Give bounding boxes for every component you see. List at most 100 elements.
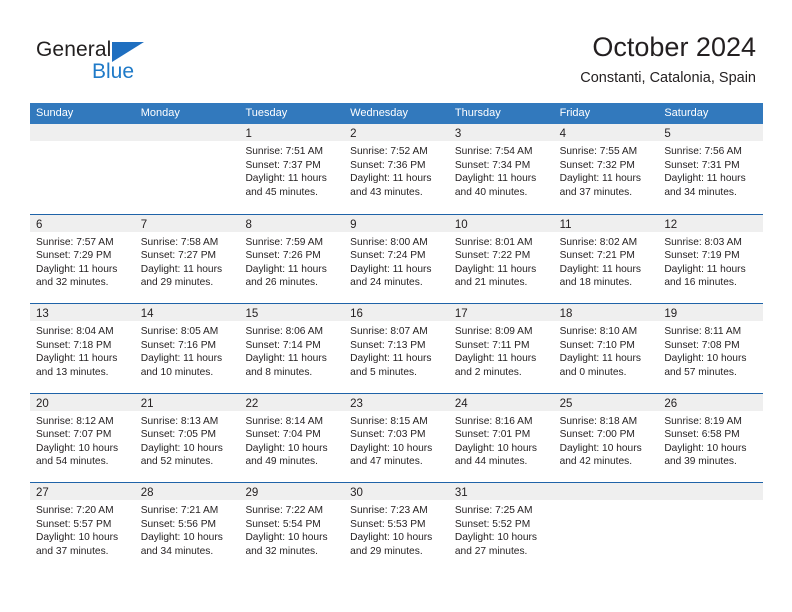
day-number: 19 [664, 308, 678, 320]
day-details: Sunrise: 8:12 AM Sunset: 7:07 PM Daylight:… [30, 411, 135, 469]
day-details: Sunrise: 7:25 AM Sunset: 5:52 PM Daylight:… [449, 500, 554, 558]
calendar-day-cell-31[interactable]: 31 Sunrise: 7:25 AM Sunset: 5:52 PM Dayligh… [448, 483, 554, 572]
day-detail-line: Sunrise: 7:23 AM [350, 505, 428, 516]
day-number: 30 [350, 487, 363, 499]
day-number-band: 19 [658, 304, 764, 321]
calendar-day-cell-empty [553, 483, 659, 572]
weekday-header-tuesday: Tuesday [245, 107, 288, 119]
day-detail-line: and 26 minutes. [245, 277, 318, 289]
day-details: Sunrise: 8:06 AM Sunset: 7:14 PM Daylight:… [239, 321, 344, 379]
day-number: 25 [559, 397, 573, 410]
day-details: Sunrise: 8:09 AM Sunset: 7:11 PM Daylight:… [449, 321, 554, 379]
day-details [554, 500, 659, 504]
day-detail-line: Sunrise: 8:14 AM [245, 415, 324, 427]
day-detail-line: Sunset: 5:53 PM [350, 518, 426, 530]
weekday-header-sunday: Sunday [36, 107, 74, 119]
general-blue-logo[interactable]: General Blue [36, 38, 206, 86]
day-number-band: 18 [553, 304, 659, 321]
day-detail-line: Sunrise: 8:06 AM [245, 326, 324, 337]
day-detail-line: and 37 minutes. [36, 545, 109, 557]
calendar-day-cell-10[interactable]: 10 Sunrise: 8:01 AM Sunset: 7:22 PM Dayligh… [448, 214, 554, 303]
day-number-band: 3 [448, 124, 554, 141]
calendar-day-cell-3[interactable]: 3 Sunrise: 7:54 AM Sunset: 7:34 PM Daylight… [448, 124, 554, 214]
day-detail-line: Daylight: 11 hours [664, 173, 746, 185]
day-number-band: 16 [344, 304, 449, 321]
day-detail-line: Sunset: 5:57 PM [36, 518, 112, 530]
calendar-day-cell-17[interactable]: 17 Sunrise: 8:09 AM Sunset: 7:11 PM Dayligh… [448, 304, 554, 393]
calendar-day-cell-18[interactable]: 18 Sunrise: 8:10 AM Sunset: 7:10 PM Dayligh… [553, 304, 659, 393]
day-details: Sunrise: 8:02 AM Sunset: 7:21 PM Daylight:… [554, 232, 659, 290]
day-detail-line: and 8 minutes. [245, 366, 313, 378]
calendar-day-cell-27[interactable]: 27 Sunrise: 7:20 AM Sunset: 5:57 PM Dayligh… [30, 483, 135, 572]
day-detail-line: Daylight: 10 hours [664, 442, 747, 454]
calendar-day-cell-8[interactable]: 8 Sunrise: 7:59 AM Sunset: 7:26 PM Daylight… [239, 214, 345, 303]
day-detail-line: Sunset: 7:21 PM [559, 250, 635, 262]
calendar-day-cell-30[interactable]: 30 Sunrise: 7:23 AM Sunset: 5:53 PM Dayligh… [344, 483, 449, 572]
day-detail-line: Daylight: 11 hours [454, 263, 537, 275]
day-number: 17 [454, 308, 468, 320]
day-detail-line: Daylight: 11 hours [664, 263, 746, 275]
day-detail-line: Daylight: 11 hours [140, 353, 223, 365]
calendar-day-cell-28[interactable]: 28 Sunrise: 7:21 AM Sunset: 5:56 PM Dayligh… [134, 483, 240, 572]
day-detail-line: Daylight: 10 hours [454, 442, 537, 454]
calendar-day-cell-21[interactable]: 21 Sunrise: 8:13 AM Sunset: 7:05 PM Dayligh… [134, 393, 240, 482]
day-details: Sunrise: 8:00 AM Sunset: 7:24 PM Daylight:… [344, 232, 449, 290]
day-detail-line: and 5 minutes. [350, 366, 417, 378]
weekday-header-monday: Monday [140, 107, 180, 119]
calendar-day-cell-12[interactable]: 12 Sunrise: 8:03 AM Sunset: 7:19 PM Dayligh… [658, 214, 764, 303]
weekday-header-thursday: Thursday [454, 107, 501, 119]
calendar-day-cell-4[interactable]: 4 Sunrise: 7:55 AM Sunset: 7:32 PM Daylight… [553, 124, 659, 214]
calendar-day-cell-2[interactable]: 2 Sunrise: 7:52 AM Sunset: 7:36 PM Daylight… [344, 124, 449, 214]
day-detail-line: Daylight: 11 hours [454, 353, 537, 365]
calendar-day-cell-23[interactable]: 23 Sunrise: 8:15 AM Sunset: 7:03 PM Dayligh… [344, 393, 449, 482]
day-details: Sunrise: 7:21 AM Sunset: 5:56 PM Daylight:… [135, 500, 240, 558]
logo-text-blue: Blue [92, 60, 135, 83]
calendar-day-cell-5[interactable]: 5 Sunrise: 7:56 AM Sunset: 7:31 PM Daylight… [658, 124, 764, 214]
day-detail-line: Sunset: 7:11 PM [454, 339, 530, 351]
calendar-day-cell-14[interactable]: 14 Sunrise: 8:05 AM Sunset: 7:16 PM Dayligh… [134, 304, 240, 393]
calendar-day-cell-20[interactable]: 20 Sunrise: 8:12 AM Sunset: 7:07 PM Dayligh… [30, 393, 135, 482]
calendar-day-cell-15[interactable]: 15 Sunrise: 8:06 AM Sunset: 7:14 PM Dayligh… [239, 304, 345, 393]
calendar-day-cell-empty [30, 124, 135, 214]
day-details [658, 500, 763, 504]
calendar-day-cell-11[interactable]: 11 Sunrise: 8:02 AM Sunset: 7:21 PM Dayligh… [553, 214, 659, 303]
day-number: 22 [245, 397, 259, 410]
day-number-band: 28 [134, 483, 240, 500]
day-number-band: 29 [239, 483, 345, 500]
day-number-band [30, 124, 135, 141]
day-detail-line: and 2 minutes. [454, 366, 522, 378]
day-detail-line: Daylight: 11 hours [140, 263, 223, 275]
day-number: 10 [454, 218, 468, 231]
day-number-band: 10 [448, 214, 554, 232]
calendar-day-cell-9[interactable]: 9 Sunrise: 8:00 AM Sunset: 7:24 PM Daylight… [344, 214, 449, 303]
calendar-day-cell-25[interactable]: 25 Sunrise: 8:18 AM Sunset: 7:00 PM Dayligh… [553, 393, 659, 482]
day-details: Sunrise: 7:23 AM Sunset: 5:53 PM Daylight:… [344, 500, 449, 558]
day-detail-line: Sunrise: 8:04 AM [36, 326, 114, 337]
day-detail-line: Daylight: 11 hours [245, 263, 327, 275]
day-detail-line: Sunset: 5:56 PM [140, 518, 217, 530]
calendar-day-cell-7[interactable]: 7 Sunrise: 7:58 AM Sunset: 7:27 PM Daylight… [134, 214, 240, 303]
day-detail-line: Sunrise: 7:21 AM [140, 505, 219, 516]
day-detail-line: Daylight: 11 hours [245, 353, 327, 365]
day-detail-line: and 32 minutes. [36, 277, 109, 289]
calendar-day-cell-22[interactable]: 22 Sunrise: 8:14 AM Sunset: 7:04 PM Dayligh… [239, 393, 345, 482]
calendar-day-cell-29[interactable]: 29 Sunrise: 7:22 AM Sunset: 5:54 PM Dayligh… [239, 483, 345, 572]
calendar-day-cell-16[interactable]: 16 Sunrise: 8:07 AM Sunset: 7:13 PM Dayligh… [344, 304, 449, 393]
calendar-day-cell-13[interactable]: 13 Sunrise: 8:04 AM Sunset: 7:18 PM Dayligh… [30, 304, 135, 393]
calendar-week-row: 13 Sunrise: 8:04 AM Sunset: 7:18 PM Dayligh… [30, 303, 764, 393]
day-detail-line: and 47 minutes. [350, 456, 423, 468]
day-details: Sunrise: 7:20 AM Sunset: 5:57 PM Daylight:… [30, 500, 135, 558]
day-detail-line: and 0 minutes. [559, 366, 627, 378]
day-detail-line: Sunset: 7:19 PM [664, 250, 740, 262]
calendar-day-cell-19[interactable]: 19 Sunrise: 8:11 AM Sunset: 7:08 PM Dayligh… [658, 304, 764, 393]
calendar-day-cell-empty [134, 124, 240, 214]
day-number: 23 [350, 397, 363, 410]
calendar-day-cell-24[interactable]: 24 Sunrise: 8:16 AM Sunset: 7:01 PM Dayligh… [448, 393, 554, 482]
calendar-day-cell-6[interactable]: 6 Sunrise: 7:57 AM Sunset: 7:29 PM Daylight… [30, 214, 135, 303]
day-number: 13 [36, 308, 49, 320]
calendar-day-cell-1[interactable]: 1 Sunrise: 7:51 AM Sunset: 7:37 PM Daylight… [239, 124, 345, 214]
calendar-day-cell-26[interactable]: 26 Sunrise: 8:19 AM Sunset: 6:58 PM Dayligh… [658, 393, 764, 482]
day-number-band [553, 483, 659, 500]
day-number-band: 8 [239, 214, 345, 232]
day-detail-line: and 27 minutes. [454, 545, 528, 557]
